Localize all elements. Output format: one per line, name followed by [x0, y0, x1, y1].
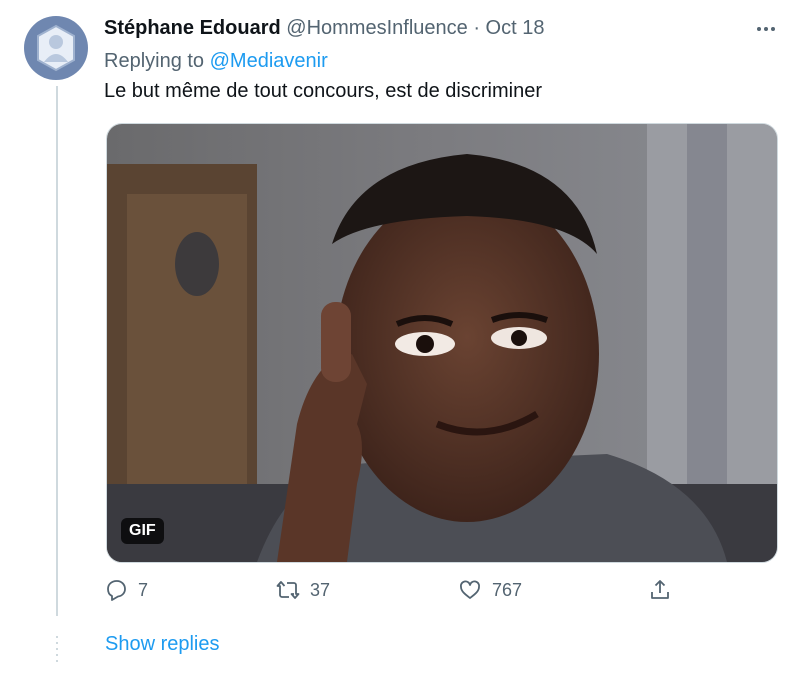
retweet-icon	[276, 581, 300, 599]
share-icon	[651, 580, 669, 599]
thread-continuation-dots	[56, 636, 58, 662]
tweet-header: Stéphane Edouard @HommesInfluence · Oct …	[104, 17, 544, 40]
retweet-button[interactable]: 37	[276, 578, 330, 602]
reply-mention-link[interactable]: @Mediavenir	[210, 50, 328, 72]
avatar[interactable]	[24, 16, 88, 80]
tweet-media-gif[interactable]: GIF	[106, 123, 778, 563]
tweet-text: Le but même de tout concours, est de dis…	[104, 80, 542, 102]
heart-icon	[460, 580, 480, 599]
share-button[interactable]	[648, 578, 672, 602]
date-separator: ·	[473, 17, 480, 39]
retweet-count: 37	[310, 579, 331, 600]
gif-badge: GIF	[121, 518, 164, 544]
author-name[interactable]: Stéphane Edouard	[104, 17, 281, 39]
thread-line	[56, 86, 58, 616]
like-count: 767	[492, 579, 523, 600]
gif-frame-image	[107, 124, 777, 562]
show-replies-link[interactable]: Show replies	[105, 633, 220, 656]
replying-to: Replying to @Mediavenir	[104, 50, 328, 73]
tweet-actions: 7 37 767	[104, 578, 784, 606]
author-handle[interactable]: @HommesInfluence	[286, 17, 467, 39]
reply-count: 7	[138, 579, 149, 600]
reply-button[interactable]: 7	[104, 578, 148, 602]
like-button[interactable]: 767	[458, 578, 522, 602]
replying-to-label: Replying to	[104, 50, 205, 72]
tweet-date[interactable]: Oct 18	[486, 17, 545, 39]
more-icon[interactable]	[754, 17, 778, 41]
reply-icon	[107, 580, 126, 601]
